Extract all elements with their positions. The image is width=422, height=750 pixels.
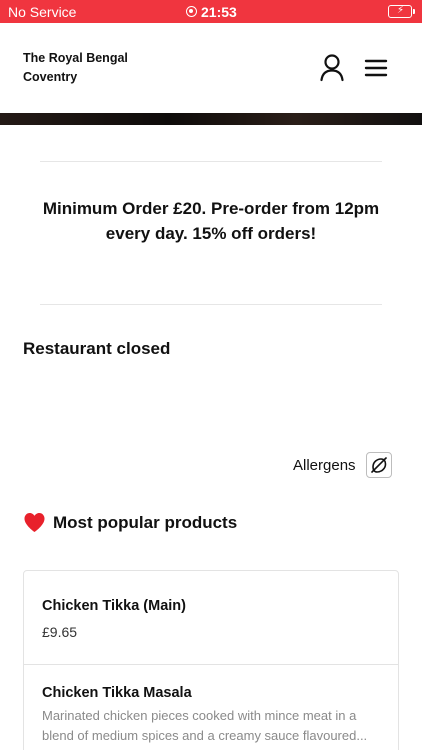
charging-bolt-icon: ⚡ [397,5,405,16]
allergens-icon [370,457,387,473]
product-price: £9.65 [42,624,78,640]
allergens-icon-box[interactable] [365,452,392,478]
heart-icon [24,512,45,533]
product-description-line: Marinated chicken pieces cooked with min… [42,708,357,723]
hero-image [0,113,422,125]
product-name: Chicken Tikka (Main) [42,598,186,614]
carrier-label: No Service [8,4,77,20]
status-bar: No Service 21:53 ⚡ [0,0,422,23]
app-header: The Royal Bengal Coventry [0,23,422,113]
popular-section-header: Most popular products [23,512,237,533]
screen-recording-icon [186,6,197,17]
product-card[interactable]: Chicken Tikka (Main) £9.65 [24,571,398,665]
divider [40,161,382,162]
restaurant-brand[interactable]: The Royal Bengal Coventry [23,49,163,87]
hamburger-menu-icon [364,59,388,77]
section-title: Most popular products [53,512,238,532]
brand-name: The Royal Bengal [23,51,128,65]
brand-location: Coventry [23,70,78,84]
allergens-label: Allergens [293,456,356,474]
product-description-line: blend of medium spices and a creamy sauc… [42,728,368,743]
divider [40,304,382,305]
allergens-button[interactable]: Allergens [293,452,392,478]
product-list: Chicken Tikka (Main) £9.65 Chicken Tikka… [23,570,399,750]
order-notice: Minimum Order £20. Pre-order from 12pm e… [42,199,380,243]
status-time: 21:53 [201,4,237,20]
account-button[interactable] [316,53,348,83]
product-description: Marinated chicken pieces cooked with min… [42,706,382,746]
product-name: Chicken Tikka Masala [42,685,192,701]
battery-charging-icon: ⚡ [388,5,412,18]
product-card[interactable]: Chicken Tikka Masala Marinated chicken p… [24,665,398,750]
user-icon [320,54,344,82]
restaurant-status: Restaurant closed [23,339,171,358]
menu-button[interactable] [362,57,390,79]
battery-tip [413,9,415,14]
